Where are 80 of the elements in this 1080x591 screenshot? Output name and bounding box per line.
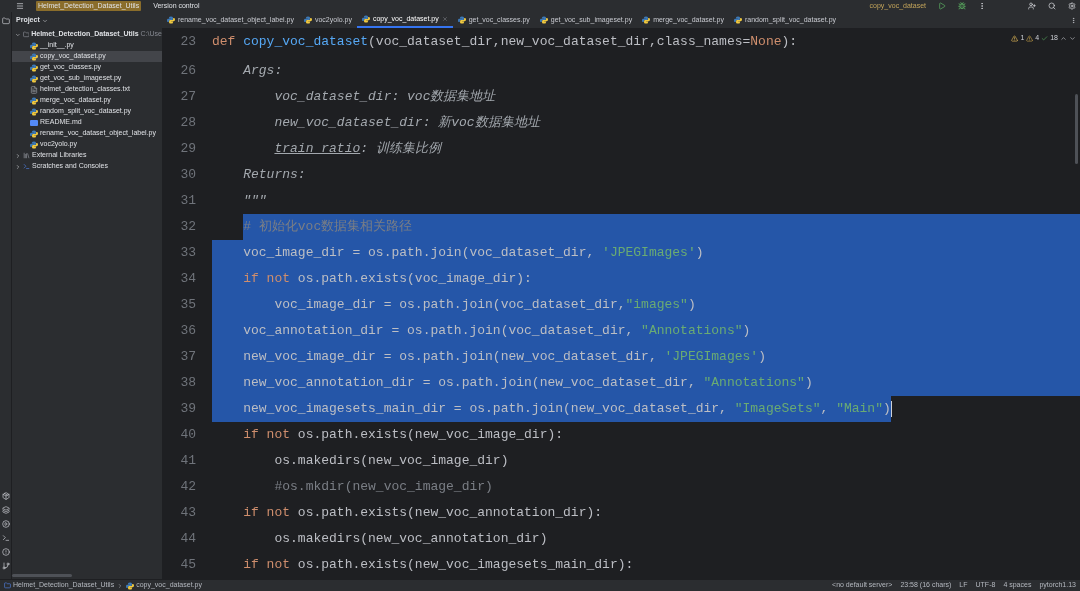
package-icon[interactable] <box>1 492 10 500</box>
line-number: 26 <box>179 62 197 81</box>
line-number: 36 <box>179 322 197 341</box>
code-line: if not os.path.exists(new_voc_imagesets_main_dir): <box>242 556 634 575</box>
chevron-up-icon <box>1060 34 1067 42</box>
python-file-icon <box>30 140 38 149</box>
folder-icon[interactable] <box>1 17 10 25</box>
branch-icon[interactable] <box>1 562 10 570</box>
python-file-icon <box>30 52 38 61</box>
line-number: 23 <box>179 33 197 52</box>
python-file-icon <box>30 129 38 138</box>
python-file-icon <box>642 16 651 24</box>
warning-icon <box>1011 34 1019 42</box>
code-line: train_ratio: 训练集比例 <box>273 140 441 159</box>
line-number: 39 <box>179 400 197 419</box>
folder-icon <box>4 582 11 589</box>
line-number: 38 <box>179 374 197 393</box>
chevron-down-icon <box>1069 34 1076 42</box>
vertical-scrollbar[interactable] <box>1075 94 1078 164</box>
console-icon <box>23 163 30 170</box>
debug-icon[interactable] <box>958 2 966 10</box>
chevron-down-icon[interactable] <box>41 17 48 24</box>
text-file-icon <box>30 85 38 94</box>
library-icon <box>23 152 30 159</box>
layers-icon[interactable] <box>1 506 10 514</box>
more-icon[interactable] <box>978 2 986 10</box>
code-line: def copy_voc_dataset(voc_dataset_dir,new_voc_dataset_dir,class_names=None): <box>212 33 798 52</box>
line-number: 28 <box>179 114 197 133</box>
search-icon[interactable] <box>1048 2 1056 10</box>
line-number: 31 <box>179 192 197 211</box>
line-number: 27 <box>179 88 197 107</box>
chevron-right-icon <box>117 582 124 589</box>
line-number: 30 <box>179 166 197 185</box>
code-line: os.makedirs(new_voc_annotation_dir) <box>273 530 548 549</box>
python-file-icon <box>361 15 370 23</box>
terminal-icon[interactable] <box>1 534 10 542</box>
user-add-icon[interactable] <box>1028 2 1036 10</box>
code-line: Returns: <box>242 166 306 185</box>
code-line: os.makedirs(new_voc_image_dir) <box>273 452 509 471</box>
code-line: Args: <box>242 62 283 81</box>
settings-icon[interactable] <box>1068 2 1076 10</box>
line-number: 42 <box>179 478 197 497</box>
code-line: if not os.path.exists(new_voc_annotation_dir): <box>242 504 603 523</box>
line-number: 43 <box>179 504 197 523</box>
python-file-icon <box>30 74 38 83</box>
weak-warning-icon <box>1026 34 1034 42</box>
python-file-icon <box>167 16 175 24</box>
line-number: 45 <box>179 556 197 575</box>
python-file-icon <box>303 16 312 24</box>
python-file-icon <box>539 16 548 24</box>
python-file-icon <box>733 16 742 24</box>
code-line: #os.mkdir(new_voc_image_dir) <box>273 478 493 497</box>
code-line: if not os.path.exists(new_voc_image_dir): <box>242 426 564 445</box>
python-file-icon <box>457 16 466 24</box>
line-number: 35 <box>179 296 197 315</box>
line-number: 33 <box>179 244 197 263</box>
markdown-file-icon <box>30 119 38 126</box>
horizontal-scrollbar[interactable] <box>12 574 72 577</box>
folder-icon <box>22 31 30 38</box>
code-line: voc_dataset_dir: voc数据集地址 <box>273 88 496 107</box>
line-number: 37 <box>179 348 197 367</box>
code-line: """ <box>242 192 267 211</box>
menu-icon[interactable] <box>16 2 24 10</box>
line-number: 40 <box>179 426 197 445</box>
python-file-icon <box>30 63 38 72</box>
python-file-icon <box>30 41 38 50</box>
python-file-icon <box>30 107 38 116</box>
python-file-icon <box>126 581 135 590</box>
code-line: new_voc_dataset_dir: 新voc数据集地址 <box>273 114 540 133</box>
line-number: 32 <box>179 218 197 237</box>
run-icon[interactable] <box>938 2 946 10</box>
problems-icon[interactable] <box>1 548 10 556</box>
check-icon <box>1041 34 1049 42</box>
chevron-down-icon[interactable] <box>15 31 21 38</box>
line-number: 29 <box>179 140 197 159</box>
python-file-icon <box>30 96 38 105</box>
line-number: 41 <box>179 452 197 471</box>
line-number: 44 <box>179 530 197 549</box>
line-number: 34 <box>179 270 197 289</box>
play-circle-icon[interactable] <box>1 520 10 528</box>
